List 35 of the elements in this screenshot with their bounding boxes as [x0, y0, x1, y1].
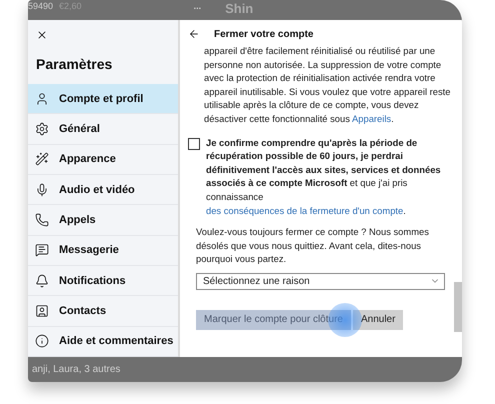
- microphone-icon: [35, 182, 49, 197]
- question-text: Voulez-vous toujours fermer ce compte ? Nous sommes désolés que vous nous quittiez. Avant cela, dites-nous pourquoi vous partez.: [196, 225, 430, 266]
- confirm-label: Je confirme comprendre qu'après la période de récupération possible de 60 jours, je perdrai définitivement l'accès aux sites, services et données associés à ce compte Microsoft et que j'ai pris connaissance des conséquences de la fermeture d'un compte.: [206, 136, 442, 218]
- sidebar-item[interactable]: Notifications: [28, 266, 178, 296]
- scrollbar-thumb[interactable]: [454, 282, 462, 332]
- background-title: Shin: [225, 2, 254, 15]
- sidebar-item[interactable]: Audio et vidéo: [28, 174, 178, 206]
- confirm-checkbox[interactable]: [188, 138, 200, 150]
- message-icon: [35, 243, 49, 258]
- sidebar-item[interactable]: Appels: [28, 205, 178, 236]
- person-icon: [35, 92, 49, 106]
- close-icon[interactable]: [36, 29, 48, 41]
- phone-icon: [35, 212, 49, 227]
- contact-card-icon: [35, 304, 49, 318]
- sidebar-item[interactable]: Messagerie: [28, 236, 178, 266]
- sidebar-item[interactable]: Aide et commentaires: [28, 326, 178, 357]
- background-menu-text: ...: [194, 2, 202, 11]
- cancel-button[interactable]: Annuler: [352, 310, 404, 330]
- background-text: 59490: [28, 2, 54, 11]
- sidebar-item[interactable]: Général: [28, 114, 178, 145]
- magic-wand-icon: [35, 152, 49, 166]
- background-text: anji, Laura, 3 autres: [32, 364, 120, 375]
- devices-link[interactable]: Appareils: [352, 112, 392, 124]
- page-title: Fermer votre compte: [214, 28, 314, 40]
- bell-icon: [35, 274, 49, 288]
- sidebar-item[interactable]: Apparence: [28, 144, 178, 175]
- info-paragraph: appareil d'être facilement réinitialisé ou réutilisé par une personne non autorisée. La suppression de votre compte avec la protection de réinitialisation activée rendra votre appareil inutilisable. Si vous voulez que votre appareil reste utilisable après la clôture de ce compte, vous devez désactiver cette fonctionnalité sous Appareils.: [204, 44, 452, 126]
- back-icon[interactable]: [188, 28, 200, 40]
- sidebar-item[interactable]: Contacts: [28, 296, 178, 327]
- reason-dropdown[interactable]: Sélectionnez une raison: [196, 272, 445, 290]
- sidebar-item[interactable]: Compte et profil: [28, 84, 178, 114]
- sidebar-title: Paramètres: [35, 55, 114, 74]
- consequences-link[interactable]: des conséquences de la fermeture d'un compte: [206, 204, 404, 216]
- info-icon: [35, 334, 49, 348]
- gear-icon: [35, 122, 49, 136]
